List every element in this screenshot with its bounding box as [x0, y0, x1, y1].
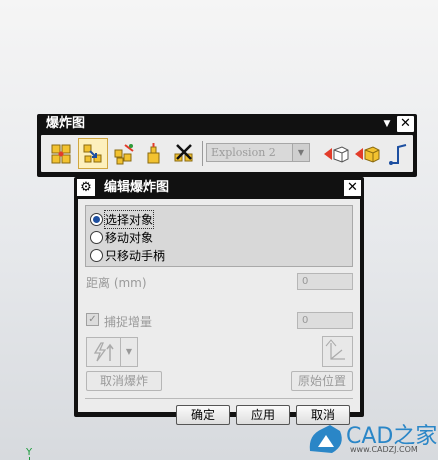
radio-label: 选择对象 — [103, 209, 155, 229]
radio-move-objects[interactable]: 移动对象 — [90, 228, 153, 246]
csys-button[interactable] — [322, 336, 353, 367]
distance-input[interactable]: 0 — [297, 273, 353, 290]
ok-button[interactable]: 确定 — [176, 405, 230, 425]
chevron-down-icon[interactable]: ▼ — [121, 338, 137, 366]
dialog-divider — [85, 398, 353, 399]
edit-explosion-icon — [83, 144, 102, 162]
vector-split-button[interactable]: ▼ — [86, 337, 138, 367]
chevron-down-icon[interactable]: ▼ — [292, 144, 309, 161]
radio-move-handles-only[interactable]: 只移动手柄 — [90, 246, 165, 264]
radio-indicator[interactable] — [90, 248, 103, 262]
snap-checkbox[interactable]: ✓ — [86, 313, 99, 326]
new-explosion-icon — [51, 144, 71, 163]
show-in-view-button[interactable] — [352, 138, 382, 169]
snap-increment-input[interactable]: 0 — [297, 312, 353, 329]
toolbar-menu-caret-icon[interactable]: ▼ — [380, 117, 394, 131]
distance-label: 距离 (mm) — [86, 276, 147, 290]
vector-button[interactable] — [87, 338, 121, 366]
explosion-toolbar: 爆炸图 ▼ ✕ Explosion 2 ▼ — [37, 114, 417, 177]
radio-indicator[interactable] — [90, 230, 103, 244]
radio-label: 只移动手柄 — [105, 248, 166, 263]
original-position-button[interactable]: 原始位置 — [291, 371, 353, 391]
watermark-url: www.CADZJ.COM — [350, 445, 418, 454]
toolbar-title: 爆炸图 — [46, 116, 86, 131]
unexplode-button[interactable] — [139, 138, 169, 169]
explosion-select[interactable]: Explosion 2 ▼ — [206, 143, 310, 162]
vector-lightning-icon — [93, 342, 114, 362]
auto-explode-button[interactable] — [109, 138, 139, 169]
dialog-close-button[interactable]: ✕ — [344, 180, 361, 196]
edit-explosion-dialog: ⚙ 编辑爆炸图 ✕ 选择对象 移动对象 只移动手柄 距离 (mm) 0 ✓ 捕捉… — [74, 177, 364, 425]
tracelines-icon — [389, 143, 407, 165]
auto-explode-icon — [114, 143, 134, 164]
delete-explosion-button[interactable] — [169, 138, 199, 169]
unexplode-icon — [147, 142, 160, 163]
dialog-body: 选择对象 移动对象 只移动手柄 距离 (mm) 0 ✓ 捕捉增量 0 ▼ 取消爆… — [78, 199, 360, 425]
dialog-title: 编辑爆炸图 — [104, 180, 170, 195]
toolbar-body: Explosion 2 ▼ — [41, 135, 413, 172]
edit-explosion-button[interactable] — [78, 138, 108, 169]
toolbar-separator — [202, 141, 203, 166]
hide-in-view-icon — [324, 145, 349, 163]
cancel-explosion-button[interactable]: 取消爆炸 — [86, 371, 162, 391]
watermark-logo-icon — [309, 425, 342, 453]
radio-label: 移动对象 — [105, 230, 154, 245]
apply-button[interactable]: 应用 — [236, 405, 290, 425]
explosion-select-value: Explosion 2 — [211, 146, 276, 159]
snap-increment-label: 捕捉增量 — [104, 315, 153, 329]
mode-radio-group: 选择对象 移动对象 只移动手柄 — [85, 205, 353, 267]
radio-indicator[interactable] — [90, 212, 103, 226]
radio-select-objects[interactable]: 选择对象 — [90, 209, 155, 229]
toolbar-close-button[interactable]: ✕ — [397, 116, 414, 132]
new-explosion-button[interactable] — [46, 138, 76, 169]
csys-axes-icon — [325, 339, 345, 360]
delete-explosion-icon — [174, 143, 193, 161]
tracelines-button[interactable] — [383, 138, 413, 169]
hide-in-view-button[interactable] — [321, 138, 351, 169]
show-in-view-icon — [355, 145, 380, 163]
